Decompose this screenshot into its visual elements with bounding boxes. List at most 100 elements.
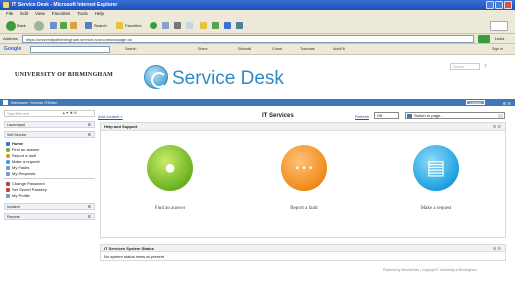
- sidebar-item-my-profile[interactable]: My Profile: [6, 193, 30, 198]
- sidebar-item-my-requests[interactable]: My Requests: [6, 171, 35, 176]
- collapse-icon[interactable]: ☰: [88, 214, 91, 220]
- sidebar-item-set-secret-passkey[interactable]: Set Secret Passkey: [6, 187, 47, 192]
- site-search-input[interactable]: Search: [450, 63, 480, 70]
- panel-title: IT Services System Status: [104, 246, 154, 251]
- ie-icon: [3, 2, 9, 8]
- sidebar: Type filter text ▲▼ ✖ ⚙ Launchpad ☰ Self…: [4, 110, 95, 240]
- find-an-answer-icon[interactable]: ●: [147, 145, 193, 191]
- address-input[interactable]: https://universityofbirmingham.service-n…: [22, 35, 474, 43]
- google-search-button[interactable]: Search: [125, 47, 136, 51]
- history-icon[interactable]: [150, 22, 157, 29]
- google-sidewiki-button[interactable]: Sidewiki: [238, 47, 251, 51]
- report-a-fault-icon[interactable]: ⋯: [281, 145, 327, 191]
- collapse-icon[interactable]: ☰: [88, 204, 91, 210]
- sidebar-item-home[interactable]: Home: [6, 141, 23, 146]
- window-title: IT Service Desk - Microsoft Internet Exp…: [12, 2, 118, 8]
- forward-icon[interactable]: [34, 21, 44, 31]
- research-icon[interactable]: [224, 22, 231, 29]
- lightbulb-icon: ●: [163, 157, 177, 179]
- welcome-bar: Welcome: Yvonne O'Brien Logout ⚙ ☰: [0, 99, 515, 106]
- sidebar-item-find-an-answer[interactable]: Find an answer: [6, 147, 39, 152]
- logout-button[interactable]: Logout: [466, 100, 485, 105]
- fault-icon: [6, 153, 10, 158]
- stop-icon[interactable]: [50, 22, 57, 29]
- add-content-link[interactable]: Add content »: [98, 114, 123, 119]
- sidebar-item-my-faults[interactable]: My Faults: [6, 165, 29, 170]
- sidebar-item-make-a-request[interactable]: Make a request: [6, 159, 40, 164]
- university-logo: UNIVERSITY OF BIRMINGHAM: [15, 72, 114, 78]
- back-label[interactable]: Back: [17, 23, 26, 28]
- refresh-link[interactable]: Refresh: [355, 114, 369, 119]
- menu-bar: File Edit View Favorites Tools Help: [0, 10, 515, 18]
- list-icon: [6, 171, 10, 176]
- sidebar-item-change-password[interactable]: Change Password: [6, 181, 45, 186]
- site-header: UNIVERSITY OF BIRMINGHAM Service Desk Se…: [0, 55, 515, 98]
- google-toolbar: Google Search Share Sidewiki Check Trans…: [0, 44, 515, 55]
- make-a-request-icon[interactable]: ▤: [413, 145, 459, 191]
- favorites-icon[interactable]: [116, 22, 123, 29]
- menu-edit[interactable]: Edit: [20, 10, 28, 18]
- google-autofill-button[interactable]: AutoFill: [333, 47, 345, 51]
- sidebar-section-self-service[interactable]: Self-Service ☰: [4, 131, 95, 138]
- google-search-input[interactable]: [30, 46, 110, 53]
- sidebar-item-report-a-fault[interactable]: Report a fault: [6, 153, 36, 158]
- tools-icon[interactable]: [236, 22, 243, 29]
- window-controls: [486, 1, 512, 9]
- edit-icon[interactable]: [186, 22, 193, 29]
- search-label[interactable]: Search: [94, 23, 107, 28]
- menu-tools[interactable]: Tools: [77, 10, 88, 18]
- sidebar-divider: [4, 178, 95, 179]
- collapse-icon[interactable]: ☰: [88, 132, 91, 138]
- print-icon[interactable]: [174, 22, 181, 29]
- address-label: Address: [3, 36, 18, 41]
- links-label[interactable]: Links: [495, 36, 504, 41]
- sidebar-filter-input[interactable]: Type filter text: [4, 110, 95, 117]
- google-check-button[interactable]: Check: [272, 47, 282, 51]
- browser-toolbar: Back Search Favorites: [0, 18, 515, 34]
- minimize-button[interactable]: [486, 1, 494, 9]
- panel-settings-icon[interactable]: ⚙ ☰: [493, 123, 501, 131]
- user-icon: [3, 100, 8, 105]
- sidebar-controls-icons[interactable]: ▲▼ ✖ ⚙: [62, 111, 77, 115]
- header-tool-icons[interactable]: ⚙ ☰: [503, 100, 511, 107]
- search-icon[interactable]: [85, 22, 92, 29]
- sidebar-section-incident[interactable]: Incident ☰: [4, 203, 95, 210]
- switch-page-select[interactable]: Switch to page...: [405, 112, 505, 119]
- help-and-support-panel: Help and Support ⚙ ☰ ● ⋯ ▤ Find an answe…: [100, 122, 506, 238]
- mail-icon[interactable]: [162, 22, 169, 29]
- google-translate-button[interactable]: Translate: [300, 47, 315, 51]
- google-share-button[interactable]: Share: [198, 47, 208, 51]
- refresh-select[interactable]: Off: [374, 112, 399, 119]
- home-icon[interactable]: [70, 22, 77, 29]
- sidebar-section-launchpad[interactable]: Launchpad ☰: [4, 121, 95, 128]
- find-an-answer-link[interactable]: Find an answer: [140, 206, 200, 211]
- menu-file[interactable]: File: [6, 10, 13, 18]
- back-icon[interactable]: [6, 21, 16, 31]
- google-signin-link[interactable]: Sign In: [492, 47, 503, 51]
- address-bar: Address https://universityofbirmingham.s…: [0, 34, 515, 44]
- status-message: No system status news at present: [104, 254, 165, 259]
- page-title: IT Services: [262, 113, 294, 119]
- report-a-fault-link[interactable]: Report a fault: [274, 206, 334, 211]
- system-status-panel: IT Services System Status ⚙ ☰ No system …: [100, 244, 506, 261]
- go-button[interactable]: [478, 35, 490, 43]
- site-search-icon[interactable]: ⚲: [484, 63, 487, 68]
- folder-icon[interactable]: [200, 22, 207, 29]
- maximize-button[interactable]: [495, 1, 503, 9]
- refresh-icon[interactable]: [60, 22, 67, 29]
- welcome-text: Welcome: Yvonne O'Brien: [11, 100, 58, 105]
- chevron-down-icon[interactable]: [498, 114, 503, 118]
- lightbulb-icon: [6, 147, 10, 152]
- menu-help[interactable]: Help: [95, 10, 104, 18]
- panel-settings-icon[interactable]: ⚙ ☰: [493, 245, 501, 252]
- sidebar-section-reports[interactable]: Reports ☰: [4, 213, 95, 220]
- make-a-request-link[interactable]: Make a request: [406, 206, 466, 211]
- favorites-label[interactable]: Favorites: [125, 23, 141, 28]
- menu-view[interactable]: View: [35, 10, 45, 18]
- book-icon: ▤: [426, 157, 446, 179]
- panel-header: Help and Support ⚙ ☰: [101, 123, 505, 131]
- messenger-icon[interactable]: [212, 22, 219, 29]
- collapse-icon[interactable]: ☰: [88, 122, 91, 128]
- menu-favorites[interactable]: Favorites: [52, 10, 71, 18]
- close-button[interactable]: [504, 1, 512, 9]
